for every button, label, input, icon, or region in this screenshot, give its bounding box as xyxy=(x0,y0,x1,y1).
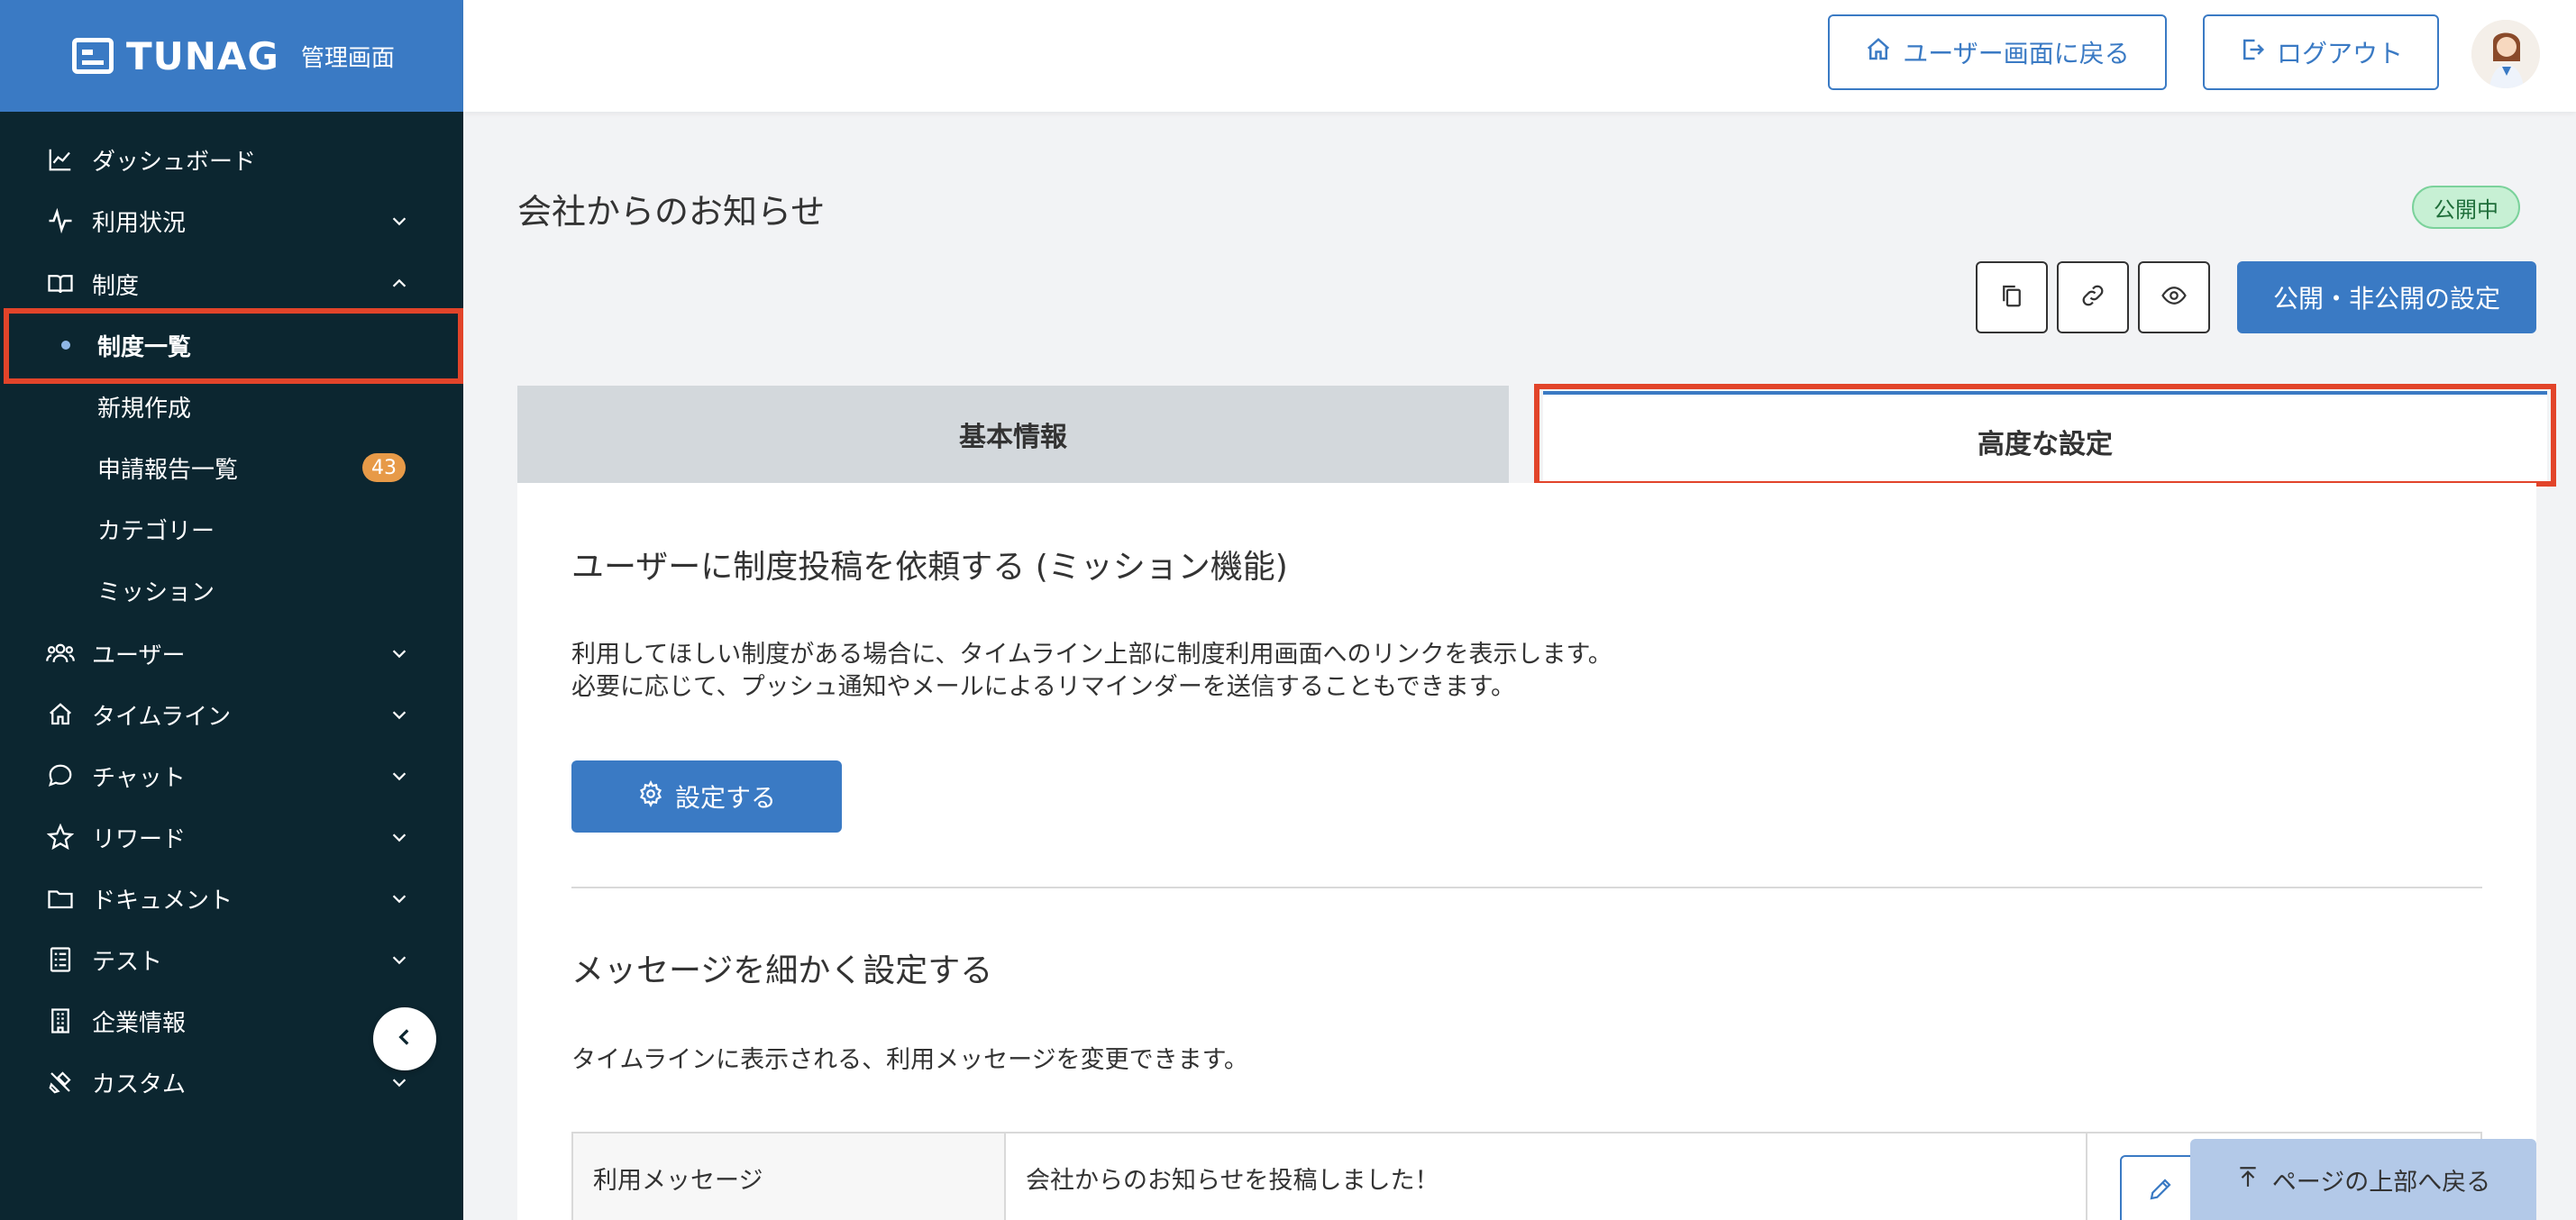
sidebar-subitem-label: 申請報告一覧 xyxy=(97,456,239,484)
message-section-title: メッセージを細かく設定する xyxy=(571,952,993,989)
mission-section-title: ユーザーに制度投稿を依頼する (ミッション機能) xyxy=(571,549,1288,586)
mission-settings-button-label: 設定する xyxy=(674,783,776,813)
sidebar-item-timeline[interactable]: タイムライン xyxy=(0,685,463,744)
sidebar-item-label: カスタム xyxy=(92,1070,187,1098)
sidebar-item-label: 企業情報 xyxy=(92,1009,187,1037)
back-to-top-label: ページの上部へ戻る xyxy=(2271,1168,2491,1197)
highlight-box xyxy=(1534,384,2556,487)
chart-icon xyxy=(45,144,76,175)
sidebar-item-label: テスト xyxy=(92,948,163,976)
chevron-down-icon xyxy=(388,825,411,849)
logo-bar: TUNAG 管理画面 xyxy=(0,0,463,112)
book-icon xyxy=(45,269,76,299)
status-badge: 公開中 xyxy=(2412,186,2520,229)
sidebar-item-label: リワード xyxy=(92,825,187,853)
chevron-up-icon xyxy=(388,272,411,296)
sidebar-item-system[interactable]: 制度 xyxy=(0,254,463,314)
folder-icon xyxy=(45,883,76,914)
copy-button[interactable] xyxy=(1976,261,2048,333)
sidebar-item-label: チャット xyxy=(92,764,186,792)
message-section-description: タイムラインに表示される、利用メッセージを変更できます。 xyxy=(571,1046,1248,1074)
sidebar-subitem-category[interactable]: カテゴリー xyxy=(0,499,463,559)
user-screen-button[interactable]: ユーザー画面に戻る xyxy=(1828,14,2167,90)
sidebar-item-dashboard[interactable]: ダッシュボード xyxy=(0,130,463,189)
logo-subtitle: 管理画面 xyxy=(300,44,395,72)
logo-icon xyxy=(72,38,114,74)
user-screen-button-label: ユーザー画面に戻る xyxy=(1903,39,2130,68)
sidebar-item-label: タイムライン xyxy=(92,703,232,731)
link-icon xyxy=(2079,282,2106,313)
chevron-down-icon xyxy=(388,1070,411,1094)
chevron-down-icon xyxy=(388,764,411,788)
pencil-icon xyxy=(2147,1176,2174,1206)
sidebar-item-label: 制度 xyxy=(92,272,140,300)
star-icon xyxy=(45,822,76,852)
link-button[interactable] xyxy=(2057,261,2129,333)
logout-button[interactable]: ログアウト xyxy=(2203,14,2439,90)
chevron-down-icon xyxy=(388,948,411,971)
logout-icon xyxy=(2239,36,2266,69)
sidebar-subitem-new[interactable]: 新規作成 xyxy=(0,377,463,436)
tab-basic-info[interactable]: 基本情報 xyxy=(517,386,1509,483)
preview-button[interactable] xyxy=(2138,261,2210,333)
eye-icon xyxy=(2160,282,2188,313)
sidebar-subitem-label: 新規作成 xyxy=(97,395,192,423)
sidebar-item-reward[interactable]: リワード xyxy=(0,807,463,867)
sidebar-item-test[interactable]: テスト xyxy=(0,930,463,989)
checklist-icon xyxy=(45,944,76,975)
edit-message-button[interactable] xyxy=(2120,1155,2201,1220)
home-icon xyxy=(45,699,76,730)
sidebar: TUNAG 管理画面 ダッシュボード 利用状況 制度 制度一覧 新規作成 申請報… xyxy=(0,0,463,1220)
gear-icon xyxy=(637,779,664,814)
chevron-down-icon xyxy=(388,642,411,665)
sidebar-item-label: ユーザー xyxy=(92,642,186,669)
back-to-top-button[interactable]: ページの上部へ戻る xyxy=(2190,1139,2536,1220)
highlight-box xyxy=(4,308,463,384)
activity-icon xyxy=(45,205,76,236)
avatar[interactable] xyxy=(2471,20,2540,88)
mission-description-line1: 利用してほしい制度がある場合に、タイムライン上部に制度利用画面へのリンクを表示し… xyxy=(571,641,1612,669)
message-row-value: 会社からのお知らせを投稿しました！ xyxy=(1006,1134,2087,1220)
sidebar-subitem-label: ミッション xyxy=(97,578,215,606)
sidebar-subitem-mission[interactable]: ミッション xyxy=(0,560,463,620)
building-icon xyxy=(45,1006,76,1036)
sidebar-subitem-applications[interactable]: 申請報告一覧 43 xyxy=(0,438,463,497)
message-row-label: 利用メッセージ xyxy=(573,1134,1006,1220)
arrow-up-icon xyxy=(2236,1165,2260,1195)
logout-button-label: ログアウト xyxy=(2276,39,2403,68)
sidebar-item-usage[interactable]: 利用状況 xyxy=(0,191,463,250)
sidebar-item-chat[interactable]: チャット xyxy=(0,746,463,806)
sidebar-item-label: ダッシュボード xyxy=(92,148,257,176)
publish-settings-button[interactable]: 公開・非公開の設定 xyxy=(2237,261,2536,333)
collapse-sidebar-button[interactable] xyxy=(373,1007,436,1070)
sidebar-item-label: 利用状況 xyxy=(92,209,187,237)
mission-settings-button[interactable]: 設定する xyxy=(571,760,842,833)
mission-description-line2: 必要に応じて、プッシュ通知やメールによるリマインダーを送信することもできます。 xyxy=(571,673,1516,701)
sidebar-subitem-label: カテゴリー xyxy=(97,517,215,545)
tools-icon xyxy=(45,1067,76,1097)
users-icon xyxy=(45,638,76,669)
copy-icon xyxy=(1998,282,2025,313)
chevron-down-icon xyxy=(388,209,411,232)
sidebar-item-label: ドキュメント xyxy=(92,887,233,915)
sidebar-item-document[interactable]: ドキュメント xyxy=(0,869,463,928)
home-icon xyxy=(1865,36,1892,69)
chevron-left-icon xyxy=(393,1025,416,1052)
section-divider xyxy=(571,887,2482,888)
chevron-down-icon xyxy=(388,703,411,726)
count-badge: 43 xyxy=(362,453,406,482)
page-title: 会社からのお知らせ xyxy=(517,192,826,232)
content-panel xyxy=(517,483,2536,1220)
chevron-down-icon xyxy=(388,887,411,910)
chat-icon xyxy=(45,760,76,791)
sidebar-item-users[interactable]: ユーザー xyxy=(0,624,463,683)
logo-text: TUNAG xyxy=(126,33,279,78)
